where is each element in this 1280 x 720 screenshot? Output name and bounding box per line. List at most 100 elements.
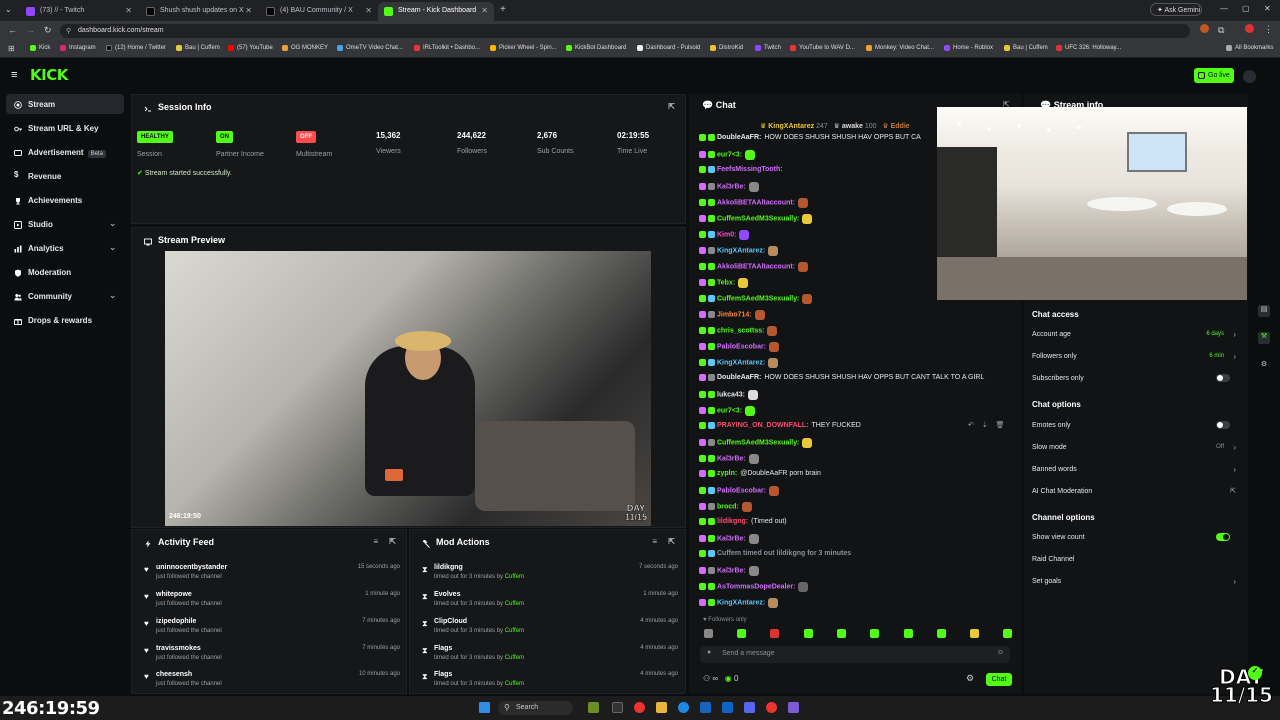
sidebar-item-revenue[interactable]: $ Revenue: [6, 166, 124, 186]
moderator-name[interactable]: Cuffem: [505, 601, 524, 607]
leader-user[interactable]: KingXAntarez: [768, 123, 814, 130]
bookmark-item[interactable]: IRLToolkit • Dashbo...: [414, 45, 480, 51]
chat-username[interactable]: PabloEscobar:: [717, 344, 766, 351]
chrome-icon[interactable]: [634, 702, 645, 713]
close-tab-icon[interactable]: ✕: [365, 6, 372, 15]
bookmark-item[interactable]: (57) YouTube: [228, 45, 273, 51]
stream-preview-video[interactable]: 246:19:50 DAY 11/15: [165, 251, 651, 526]
leader-user[interactable]: Eddie: [891, 123, 910, 130]
set-goals-setting[interactable]: Set goals ›: [1032, 577, 1238, 592]
maximize-icon[interactable]: ▢: [1242, 4, 1250, 13]
extension-icon[interactable]: [1200, 24, 1209, 33]
bookmark-item[interactable]: Kick: [30, 45, 50, 51]
chat-send-button[interactable]: Chat: [986, 673, 1012, 686]
banned-words-setting[interactable]: Banned words ›: [1032, 465, 1238, 480]
sidebar-item-stream[interactable]: Stream: [6, 94, 124, 114]
chat-username[interactable]: AkkoliBETAAltaccount:: [717, 200, 795, 207]
bookmark-item[interactable]: Picker Wheel - Spin...: [490, 45, 557, 51]
chat-username[interactable]: DoubleAaFR:: [717, 134, 761, 141]
mod-target-user[interactable]: Evolves: [434, 591, 460, 598]
store-icon[interactable]: [700, 702, 711, 713]
new-tab-icon[interactable]: +: [500, 4, 506, 15]
close-window-icon[interactable]: ✕: [1264, 4, 1271, 13]
tab-search-icon[interactable]: ⌄: [5, 5, 12, 14]
apps-grid-icon[interactable]: ⊞: [8, 44, 15, 53]
bookmark-item[interactable]: Dashboard - Pulsoid: [637, 45, 700, 51]
mod-target-user[interactable]: ClipCloud: [434, 618, 467, 625]
close-tab-icon[interactable]: ✕: [125, 6, 132, 15]
side-tool-chat-icon[interactable]: ▤: [1258, 305, 1270, 317]
show-view-count-toggle[interactable]: [1216, 533, 1230, 541]
emote-icon[interactable]: [770, 629, 779, 638]
bookmark-item[interactable]: UFC 326: Holloway...: [1056, 45, 1121, 51]
moderator-name[interactable]: Cuffem: [505, 655, 524, 661]
back-icon[interactable]: ←: [8, 25, 17, 35]
raid-channel-setting[interactable]: Raid Channel: [1032, 556, 1238, 570]
moderator-name[interactable]: Cuffem: [505, 681, 524, 687]
bookmark-item[interactable]: OmeTV Video Chat...: [337, 45, 403, 51]
emotes-only-toggle[interactable]: [1216, 421, 1230, 429]
chat-username[interactable]: chris_scottss:: [717, 328, 764, 335]
emote-icon[interactable]: [870, 629, 879, 638]
bookmark-item[interactable]: Home - Roblox: [944, 45, 993, 51]
activity-user[interactable]: cheesensh: [156, 671, 192, 678]
mail-icon[interactable]: [722, 702, 733, 713]
reply-icon[interactable]: ↶: [968, 422, 976, 429]
chat-username[interactable]: Kal3rBe:: [717, 456, 746, 463]
go-live-button[interactable]: Go live: [1194, 68, 1234, 83]
bookmark-item[interactable]: OG MONKEY: [282, 45, 328, 51]
browser-menu-icon[interactable]: ⋮: [1264, 24, 1273, 35]
chat-username[interactable]: CuffemSAedM3Sexually:: [717, 216, 799, 223]
sidebar-item-moderation[interactable]: Moderation: [6, 262, 124, 282]
chat-settings-gear-icon[interactable]: ⚙: [966, 673, 974, 684]
site-info-icon[interactable]: ⚲: [66, 27, 71, 35]
emoji-icon[interactable]: ☺: [997, 649, 1004, 656]
emote-icon[interactable]: [737, 629, 746, 638]
chrome-icon[interactable]: [766, 702, 777, 713]
chevron-down-icon[interactable]: ⌄: [109, 291, 116, 300]
chat-message-input[interactable]: ● Send a message ☺: [700, 646, 1010, 663]
popout-icon[interactable]: ⇱: [668, 102, 675, 111]
sidebar-item-stream-url-key[interactable]: Stream URL & Key: [6, 118, 124, 138]
emote-icon[interactable]: [704, 629, 713, 638]
emote-icon[interactable]: [804, 629, 813, 638]
chat-username[interactable]: CuffemSAedM3Sexually:: [717, 296, 799, 303]
browser-tab-active[interactable]: Stream - Kick Dashboard ✕: [378, 2, 494, 21]
chevron-down-icon[interactable]: ⌄: [109, 219, 116, 228]
taskbar-app-icon[interactable]: [588, 702, 599, 713]
activity-user[interactable]: travissmokes: [156, 645, 201, 652]
chat-username[interactable]: Kal3rBe:: [717, 184, 746, 191]
emote-icon[interactable]: [837, 629, 846, 638]
close-tab-icon[interactable]: ✕: [481, 6, 488, 15]
user-settings-icon[interactable]: ⚇: [703, 674, 712, 683]
sidebar-item-studio[interactable]: Studio ⌄: [6, 214, 124, 234]
subscribers-only-toggle[interactable]: [1216, 374, 1230, 382]
account-age-setting[interactable]: Account age 6 days ›: [1032, 330, 1238, 345]
mod-target-user[interactable]: Flags: [434, 671, 452, 678]
chat-username[interactable]: AsTommasDopeDealer:: [717, 584, 795, 591]
chat-username[interactable]: PRAYING_ON_DOWNFALL:: [717, 422, 809, 429]
activity-user[interactable]: izipedophile: [156, 618, 196, 625]
chat-username[interactable]: KingXAntarez:: [717, 600, 765, 607]
activity-user[interactable]: uninnocentbystander: [156, 564, 227, 571]
bookmark-item[interactable]: Bau | Cuffem: [1004, 45, 1048, 51]
bookmark-item[interactable]: KickBot Dashboard: [566, 45, 626, 51]
emote-icon[interactable]: [1003, 629, 1012, 638]
side-tool-settings-icon[interactable]: ⚙: [1258, 360, 1270, 372]
browser-tab[interactable]: (4) BAU Community / X ✕: [260, 2, 378, 21]
ask-gemini-button[interactable]: ✦ Ask Gemini: [1150, 3, 1202, 16]
task-view-icon[interactable]: [612, 702, 623, 713]
chat-username[interactable]: brocd:: [717, 504, 739, 511]
mod-target-user[interactable]: lildikgng: [434, 564, 463, 571]
chat-username[interactable]: Kal3rBe:: [717, 568, 746, 575]
obs-icon[interactable]: [788, 702, 799, 713]
browser-tab[interactable]: (73) // - Twitch ✕: [20, 2, 138, 21]
url-field[interactable]: ⚲ dashboard.kick.com/stream: [60, 24, 1190, 38]
minimize-icon[interactable]: —: [1220, 4, 1228, 13]
taskbar-search[interactable]: ⚲ Search: [498, 701, 573, 715]
chevron-down-icon[interactable]: ⌄: [109, 243, 116, 252]
emote-icon[interactable]: [937, 629, 946, 638]
popout-icon[interactable]: ⇱: [668, 537, 675, 546]
bookmark-item[interactable]: (12) Home / Twitter: [106, 45, 166, 51]
mod-target-user[interactable]: Flags: [434, 645, 452, 652]
